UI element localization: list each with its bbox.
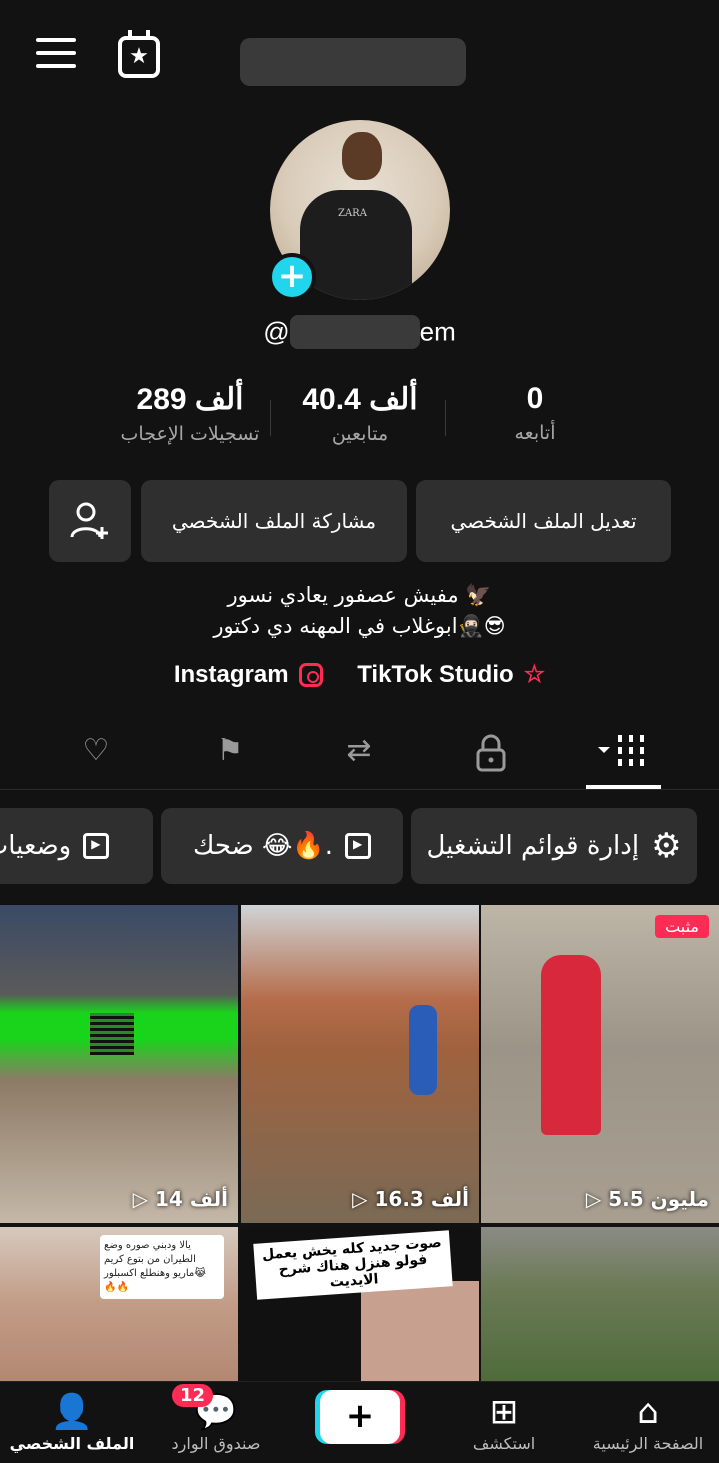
- video-thumbnail[interactable]: صوت جديد كله يخش يعمل فولو هنزل هناك شرح…: [241, 1227, 479, 1381]
- create-button[interactable]: +: [320, 1390, 400, 1444]
- nav-discover[interactable]: ⊞ استكشف: [434, 1392, 574, 1453]
- nav-profile[interactable]: 👤 الملف الشخصي: [2, 1392, 142, 1453]
- gear-icon: ⚙: [651, 826, 682, 866]
- playlist-icon: [345, 833, 372, 859]
- username-row: @ em: [0, 315, 719, 349]
- studio-icon: ☆: [523, 661, 546, 688]
- share-profile-button[interactable]: مشاركة الملف الشخصي: [141, 480, 407, 562]
- stats-row: 289 ألف تسجيلات الإعجاب 40.4 ألف متابعين…: [100, 382, 620, 454]
- lock-icon: [476, 734, 506, 772]
- instagram-icon: [298, 662, 323, 687]
- thumb-figure: [409, 1005, 437, 1095]
- tab-videos[interactable]: [592, 727, 654, 775]
- playlist-laugh-label: ضحك 😂🔥.: [192, 831, 334, 861]
- username-redacted: [289, 315, 420, 349]
- instagram-link[interactable]: Instagram: [174, 661, 323, 689]
- video-thumbnail[interactable]: [481, 1227, 719, 1381]
- playlist-statuses-chip[interactable]: وضعيات: [0, 808, 153, 884]
- inbox-icon: 💬: [194, 1392, 238, 1432]
- calendar-star-icon[interactable]: ★: [118, 30, 160, 78]
- following-stat[interactable]: 0 أتابعه: [445, 382, 625, 444]
- heart-hidden-icon: ♡: [82, 733, 110, 768]
- edit-profile-button[interactable]: تعديل الملف الشخصي: [416, 480, 671, 562]
- nav-home[interactable]: ⌂ الصفحة الرئيسية: [578, 1392, 718, 1453]
- manage-playlists-label: إدارة قوائم التشغيل: [426, 831, 640, 861]
- nav-inbox-label: صندوق الوارد: [171, 1434, 261, 1453]
- profile-icon: 👤: [50, 1392, 94, 1432]
- thumb-building: [361, 1281, 479, 1381]
- tab-favorites[interactable]: ⚑: [200, 727, 260, 775]
- playlist-laugh-chip[interactable]: ضحك 😂🔥.: [161, 808, 403, 884]
- tiktok-studio-label: TikTok Studio: [357, 660, 514, 688]
- tab-liked[interactable]: ♡: [66, 727, 126, 775]
- inbox-badge: 12: [172, 1384, 214, 1407]
- username-at: @: [263, 316, 290, 347]
- likes-label: تسجيلات الإعجاب: [120, 423, 260, 445]
- playlist-chips: إدارة قوائم التشغيل ⚙ ضحك 😂🔥. وضعيات: [0, 808, 719, 884]
- content-tabs: ♡ ⚑ ⇄: [0, 715, 719, 790]
- likes-count: 289 ألف: [136, 383, 244, 416]
- view-count: ▷ 5.5 مليون: [585, 1187, 709, 1211]
- nav-discover-label: استكشف: [472, 1434, 536, 1453]
- thumb-figure: [541, 955, 601, 1135]
- bio: مفيش عصفور يعادي نسور 🦅 ابوغلاب في المهن…: [0, 580, 719, 642]
- add-friends-button[interactable]: [49, 480, 131, 562]
- bottom-nav: ⌂ الصفحة الرئيسية ⊞ استكشف + 💬 صندوق الو…: [0, 1381, 719, 1463]
- video-grid: مثبت ▷ 5.5 مليون ▷ 16.3 ألف ▷ 14 ألف صوت…: [0, 905, 719, 1381]
- add-story-button[interactable]: +: [268, 253, 316, 301]
- avatar-shirt-text: ZARA: [338, 208, 367, 219]
- grid-videos-icon: [598, 735, 644, 767]
- following-label: أتابعه: [514, 422, 556, 444]
- discover-grid-icon: ⊞: [489, 1392, 519, 1432]
- view-count: ▷ 14 ألف: [132, 1187, 228, 1211]
- video-caption: يالا ودبني صوره وضع الطيران من بتوع كريم…: [100, 1235, 224, 1299]
- nav-home-label: الصفحة الرئيسية: [592, 1434, 704, 1453]
- repost-icon: ⇄: [346, 733, 372, 768]
- avatar-body: [300, 190, 412, 300]
- bio-line-2: ابوغلاب في المهنه دي دكتور🥷🏻😎: [213, 614, 506, 638]
- video-thumbnail[interactable]: ▷ 14 ألف: [0, 905, 238, 1223]
- followers-label: متابعين: [331, 423, 389, 445]
- bio-line-1: مفيش عصفور يعادي نسور 🦅: [227, 583, 492, 607]
- profile-links: Instagram TikTok Studio ☆: [0, 660, 719, 689]
- bookmark-hidden-icon: ⚑: [216, 733, 244, 768]
- nav-inbox[interactable]: 💬 صندوق الوارد: [146, 1392, 286, 1453]
- video-thumbnail[interactable]: يالا ودبني صوره وضع الطيران من بتوع كريم…: [0, 1227, 238, 1381]
- top-bar: ★: [0, 0, 719, 110]
- nav-profile-label: الملف الشخصي: [9, 1434, 135, 1453]
- tab-private[interactable]: [461, 727, 521, 775]
- manage-playlists-chip[interactable]: إدارة قوائم التشغيل ⚙: [411, 808, 697, 884]
- pinned-badge: مثبت: [655, 915, 709, 938]
- menu-icon[interactable]: [36, 38, 76, 72]
- followers-stat[interactable]: 40.4 ألف متابعين: [270, 382, 450, 445]
- instagram-label: Instagram: [173, 660, 289, 688]
- active-tab-indicator: [586, 785, 661, 789]
- home-icon: ⌂: [637, 1392, 659, 1432]
- avatar-head: [342, 132, 382, 180]
- following-count: 0: [526, 382, 544, 415]
- username-suffix: em: [419, 316, 456, 347]
- thumb-pattern: [90, 1013, 134, 1055]
- playlist-statuses-label: وضعيات: [0, 831, 72, 861]
- add-user-icon: [70, 502, 108, 539]
- likes-stat[interactable]: 289 ألف تسجيلات الإعجاب: [100, 382, 280, 445]
- playlist-icon: [83, 833, 110, 859]
- tiktok-studio-link[interactable]: TikTok Studio ☆: [357, 660, 545, 689]
- followers-count: 40.4 ألف: [302, 383, 418, 416]
- profile-name-redacted[interactable]: [240, 38, 466, 86]
- view-count: ▷ 16.3 ألف: [352, 1187, 469, 1211]
- tab-reposts[interactable]: ⇄: [329, 727, 389, 775]
- video-thumbnail[interactable]: ▷ 16.3 ألف: [241, 905, 479, 1223]
- video-thumbnail[interactable]: مثبت ▷ 5.5 مليون: [481, 905, 719, 1223]
